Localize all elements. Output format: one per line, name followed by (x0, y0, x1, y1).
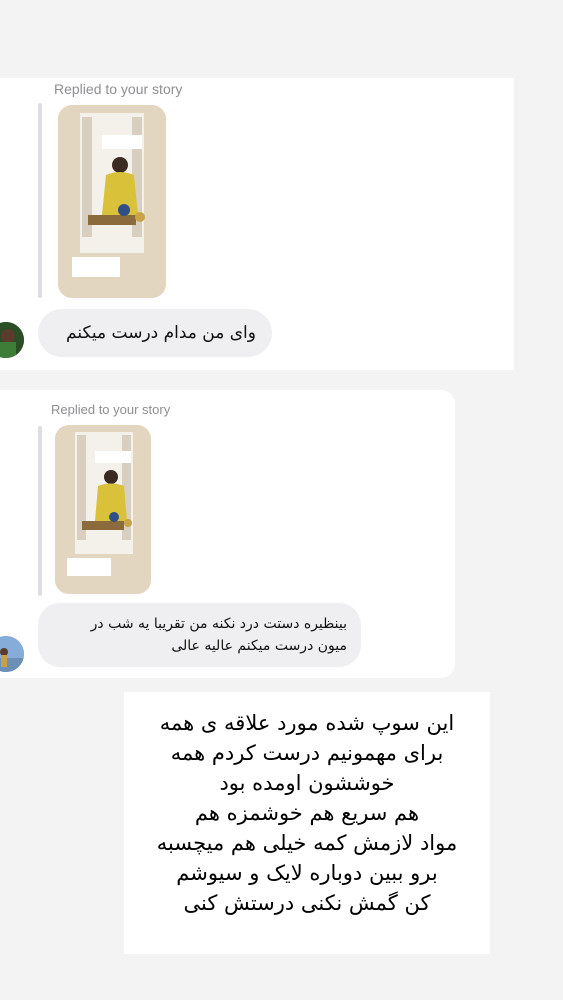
message-card: Replied to your story وای من مدام درست م… (0, 78, 514, 370)
message-line: میون درست میکنم عالیه عالی (171, 638, 347, 654)
quote-bar (38, 103, 42, 298)
story-thumbnail[interactable] (55, 425, 151, 594)
message-bubble[interactable]: بینظیره دستت درد نکنه من تقریبا یه شب در… (38, 603, 361, 667)
note-line: هم سریع هم خوشمزه هم (194, 801, 420, 825)
reply-label: Replied to your story (54, 81, 183, 97)
message-card: Replied to your story بینظیره دستت درد ن… (0, 390, 455, 678)
note-line: برو ببین دوباره لایک و سیوشم (176, 861, 438, 885)
quote-bar (38, 426, 42, 596)
note-line: خوششون اومده بود (219, 771, 395, 795)
note-line: برای مهمونیم درست کردم همه (170, 741, 444, 765)
story-thumbnail[interactable] (58, 105, 166, 298)
story-caption-note: این سوپ شده مورد علاقه ی همه برای مهمونی… (124, 692, 490, 954)
note-line: مواد لازمش کمه خیلی هم میچسبه (156, 831, 458, 855)
message-bubble[interactable]: وای من مدام درست میکنم (38, 309, 272, 357)
reply-label: Replied to your story (51, 402, 171, 417)
note-line: کن گمش نکنی درستش کنی (183, 891, 431, 915)
message-line: بینظیره دستت درد نکنه من تقریبا یه شب در (90, 616, 347, 632)
note-line: این سوپ شده مورد علاقه ی همه (159, 711, 455, 735)
